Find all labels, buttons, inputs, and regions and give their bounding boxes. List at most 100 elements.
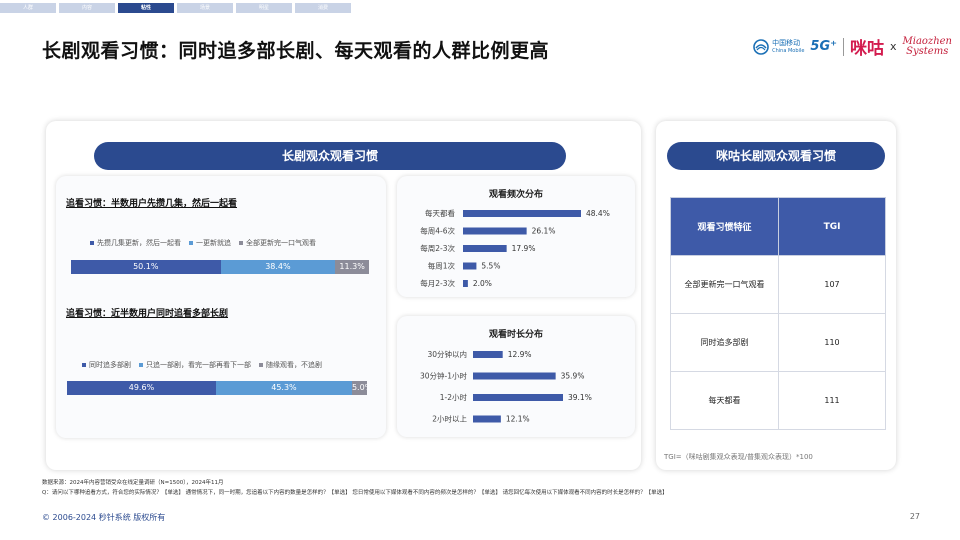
china-mobile-icon [753, 38, 769, 55]
habit-q1-legend: 先攒几集更新，然后一起看 一更新就追 全部更新完一口气观看 [90, 238, 316, 248]
data-label: 12.9% [508, 350, 532, 359]
china-mobile-logo: 中国移动 China Mobile [753, 39, 804, 55]
tgi-feature-cell: 同时追多部剧 [670, 313, 779, 372]
stacked-segment: 49.6% [67, 381, 216, 395]
legend-label: 先攒几集更新，然后一起看 [97, 239, 181, 247]
legend-item: 全部更新完一口气观看 [239, 238, 316, 248]
bar [463, 245, 507, 252]
bar [473, 394, 563, 401]
nav-tab-star[interactable]: 明星 [236, 3, 292, 13]
stacked-segment: 38.4% [220, 260, 336, 274]
legend-item: 同时追多部剧 [82, 360, 131, 370]
legend-swatch [239, 241, 243, 245]
stacked-segment: 50.1% [71, 260, 221, 274]
category-label: 2小时以上 [432, 414, 467, 424]
habit-q2-legend: 同时追多部剧 只追一部剧，看完一部再看下一部 随缘观看，不追剧 [82, 360, 322, 370]
category-label: 每周2-3次 [420, 243, 455, 253]
data-label: 2.0% [473, 279, 492, 288]
table-row: 每天都看 111 [670, 371, 886, 430]
bar [473, 415, 501, 423]
legend-swatch [82, 363, 86, 367]
miaozhen-line1: Miaozhen [902, 35, 953, 47]
table-row: 同时追多部剧 110 [670, 313, 886, 372]
tgi-header-feature: 观看习惯特征 [670, 197, 779, 256]
category-label: 每天都看 [425, 208, 455, 218]
data-label: 48.4% [586, 209, 610, 218]
frequency-chart-title: 观看频次分布 [488, 190, 543, 200]
page-number: 27 [909, 512, 920, 521]
category-label: 30分钟以内 [427, 349, 467, 359]
section-nav: 人群 内容 粘性 场景 明星 消费 [0, 3, 351, 13]
legend-swatch [90, 241, 94, 245]
survey-questions: Q：请问以下哪种追看方式，符合您的实际情况？【单选】 通常情况下，同一时期，您追… [42, 490, 668, 496]
legend-item: 随缘观看，不追剧 [259, 360, 322, 370]
legend-swatch [139, 363, 143, 367]
bar [463, 280, 468, 287]
duration-bar-chart: 30分钟以内 12.9% 30分钟-1小时 35.9% 1-2小时 39.1% 2小时以上 1… [420, 349, 592, 424]
data-label: 5.5% [481, 262, 500, 271]
stacked-segment: 45.3% [215, 381, 352, 395]
tgi-feature-cell: 全部更新完一口气观看 [670, 255, 779, 314]
bar [473, 351, 503, 358]
tgi-value-cell: 110 [778, 313, 886, 372]
category-label: 30分钟-1小时 [420, 371, 468, 381]
miaozhen-logo: Miaozhen Systems [902, 35, 953, 57]
data-label: 17.9% [512, 244, 536, 253]
habit-q1-stacked-bar: 50.1% 38.4% 11.3% [71, 260, 369, 274]
legend-label: 同时追多部剧 [89, 361, 131, 369]
logo-divider [842, 37, 844, 56]
category-label: 每周1次 [428, 261, 456, 271]
data-label: 35.9% [561, 372, 585, 381]
bar [473, 372, 556, 380]
tgi-header-value: TGI [778, 197, 886, 256]
legend-label: 全部更新完一口气观看 [246, 239, 316, 247]
tgi-note: TGI=（咪咕剧集观众表现/普集观众表现）*100 [664, 453, 813, 461]
nav-tab-audience[interactable]: 人群 [0, 3, 56, 13]
frequency-bar-chart: 每天都看 48.4% 每周4-6次 26.1% 每周2-3次 17.9% 每周1次 5.5% 每… [420, 208, 610, 288]
legend-swatch [259, 363, 263, 367]
tgi-feature-cell: 每天都看 [670, 371, 779, 430]
page-title: 长剧观看习惯：同时追多部长剧、每天观看的人群比例更高 [42, 40, 550, 62]
category-label: 每月2-3次 [420, 278, 455, 288]
legend-swatch [189, 241, 193, 245]
tgi-table: 观看习惯特征 TGI 全部更新完一口气观看 107 同时追多部剧 110 每天都… [670, 197, 886, 430]
legend-item: 只追一部剧，看完一部再看下一部 [139, 360, 251, 370]
duration-chart-title: 观看时长分布 [488, 330, 543, 340]
habit-q1-title: 追看习惯：半数用户先攒几集，然后一起看 [66, 199, 238, 209]
nav-tab-scene[interactable]: 场景 [177, 3, 233, 13]
migu-logo: 咪咕 [849, 39, 884, 59]
tgi-value-cell: 111 [778, 371, 886, 430]
times-sign: x [889, 40, 897, 53]
nav-tab-consumption[interactable]: 消费 [295, 3, 351, 13]
left-panel-title: 长剧观众观看习惯 [94, 142, 566, 170]
bar [463, 262, 477, 270]
legend-label: 一更新就追 [196, 239, 231, 247]
tgi-value-cell: 107 [778, 255, 886, 314]
china-mobile-en: China Mobile [772, 47, 805, 54]
data-label: 26.1% [532, 227, 556, 236]
category-label: 1-2小时 [440, 392, 468, 402]
right-panel-title: 咪咕长剧观众观看习惯 [667, 142, 885, 170]
table-row: 全部更新完一口气观看 107 [670, 255, 886, 314]
china-mobile-cn: 中国移动 [772, 38, 801, 47]
data-source: 数据来源：2024年内容营销受众在线定量调研（N=1500），2024年11月 [42, 480, 224, 486]
legend-item: 先攒几集更新，然后一起看 [90, 238, 181, 248]
nav-tab-stickiness[interactable]: 粘性 [118, 3, 174, 13]
nav-tab-content[interactable]: 内容 [59, 3, 115, 13]
5g-logo: 5G⁺ [810, 39, 837, 54]
legend-label: 只追一部剧，看完一部再看下一部 [146, 361, 251, 369]
copyright: © 2006-2024 秒针系统 版权所有 [42, 513, 166, 522]
data-label: 39.1% [568, 393, 592, 402]
legend-label: 随缘观看，不追剧 [266, 361, 322, 369]
data-label: 12.1% [506, 415, 530, 424]
stacked-segment: 11.3% [335, 260, 369, 274]
partner-logos: 中国移动 China Mobile 5G⁺ 咪咕 x Miaozhen Syst… [753, 34, 952, 59]
habit-q2-stacked-bar: 49.6%45.3%5.0% [67, 381, 367, 395]
habit-q2-title: 追看习惯：近半数用户同时追看多部长剧 [66, 309, 229, 319]
bar [463, 210, 581, 217]
category-label: 每周4-6次 [420, 226, 455, 236]
miaozhen-line2: Systems [906, 45, 949, 57]
legend-item: 一更新就追 [189, 238, 231, 248]
stacked-segment: 5.0% [351, 381, 367, 395]
bar [463, 227, 527, 235]
